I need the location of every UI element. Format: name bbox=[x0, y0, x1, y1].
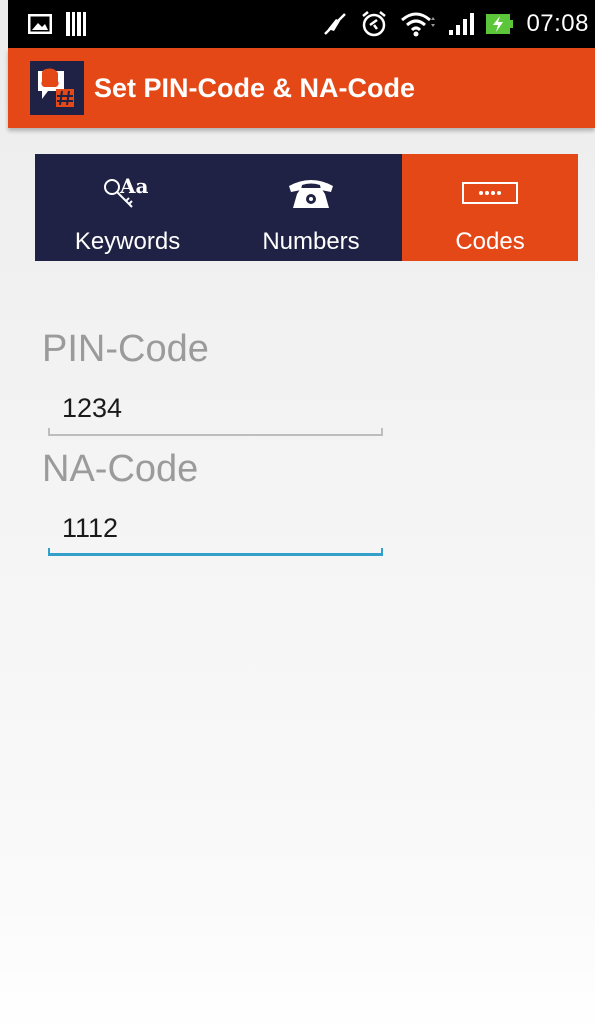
mute-icon bbox=[322, 11, 348, 37]
na-code-input[interactable] bbox=[48, 508, 383, 548]
alarm-icon bbox=[360, 10, 388, 38]
signal-icon bbox=[448, 12, 475, 36]
status-time: 07:08 bbox=[526, 10, 589, 37]
na-code-field[interactable] bbox=[48, 508, 383, 556]
app-bar: Set PIN-Code & NA-Code bbox=[8, 48, 595, 128]
status-right: 07:08 bbox=[322, 10, 589, 38]
image-icon bbox=[28, 14, 52, 34]
app-title: Set PIN-Code & NA-Code bbox=[94, 72, 416, 103]
phone-screen: 07:08 Set PIN-Code & NA-Code Aa Keywords… bbox=[0, 0, 595, 1035]
tab-numbers[interactable]: Numbers bbox=[220, 154, 402, 261]
barcode-icon bbox=[66, 12, 88, 36]
na-code-label: NA-Code bbox=[42, 448, 199, 490]
status-bar: 07:08 bbox=[8, 0, 595, 48]
tab-keywords[interactable]: Aa Keywords bbox=[35, 154, 220, 261]
pin-code-input[interactable] bbox=[48, 388, 383, 428]
pin-code-underline bbox=[48, 428, 383, 436]
tab-keywords-label: Keywords bbox=[74, 228, 181, 255]
na-code-underline bbox=[48, 548, 383, 556]
wifi-icon bbox=[400, 11, 436, 37]
pin-code-label: PIN-Code bbox=[42, 328, 209, 370]
tab-bar: Aa Keywords Numbers Codes bbox=[35, 154, 578, 261]
battery-charging-icon bbox=[486, 12, 514, 36]
tab-codes-label: Codes bbox=[455, 228, 525, 255]
tab-codes[interactable]: Codes bbox=[402, 154, 578, 261]
password-field-icon bbox=[461, 162, 519, 224]
app-logo-icon[interactable] bbox=[30, 61, 84, 115]
key-aa-icon: Aa bbox=[98, 162, 158, 224]
svg-text:Aa: Aa bbox=[119, 174, 149, 198]
pin-code-field[interactable] bbox=[48, 388, 383, 436]
telephone-icon bbox=[285, 162, 337, 224]
status-left bbox=[28, 12, 88, 36]
tab-numbers-label: Numbers bbox=[262, 228, 360, 255]
